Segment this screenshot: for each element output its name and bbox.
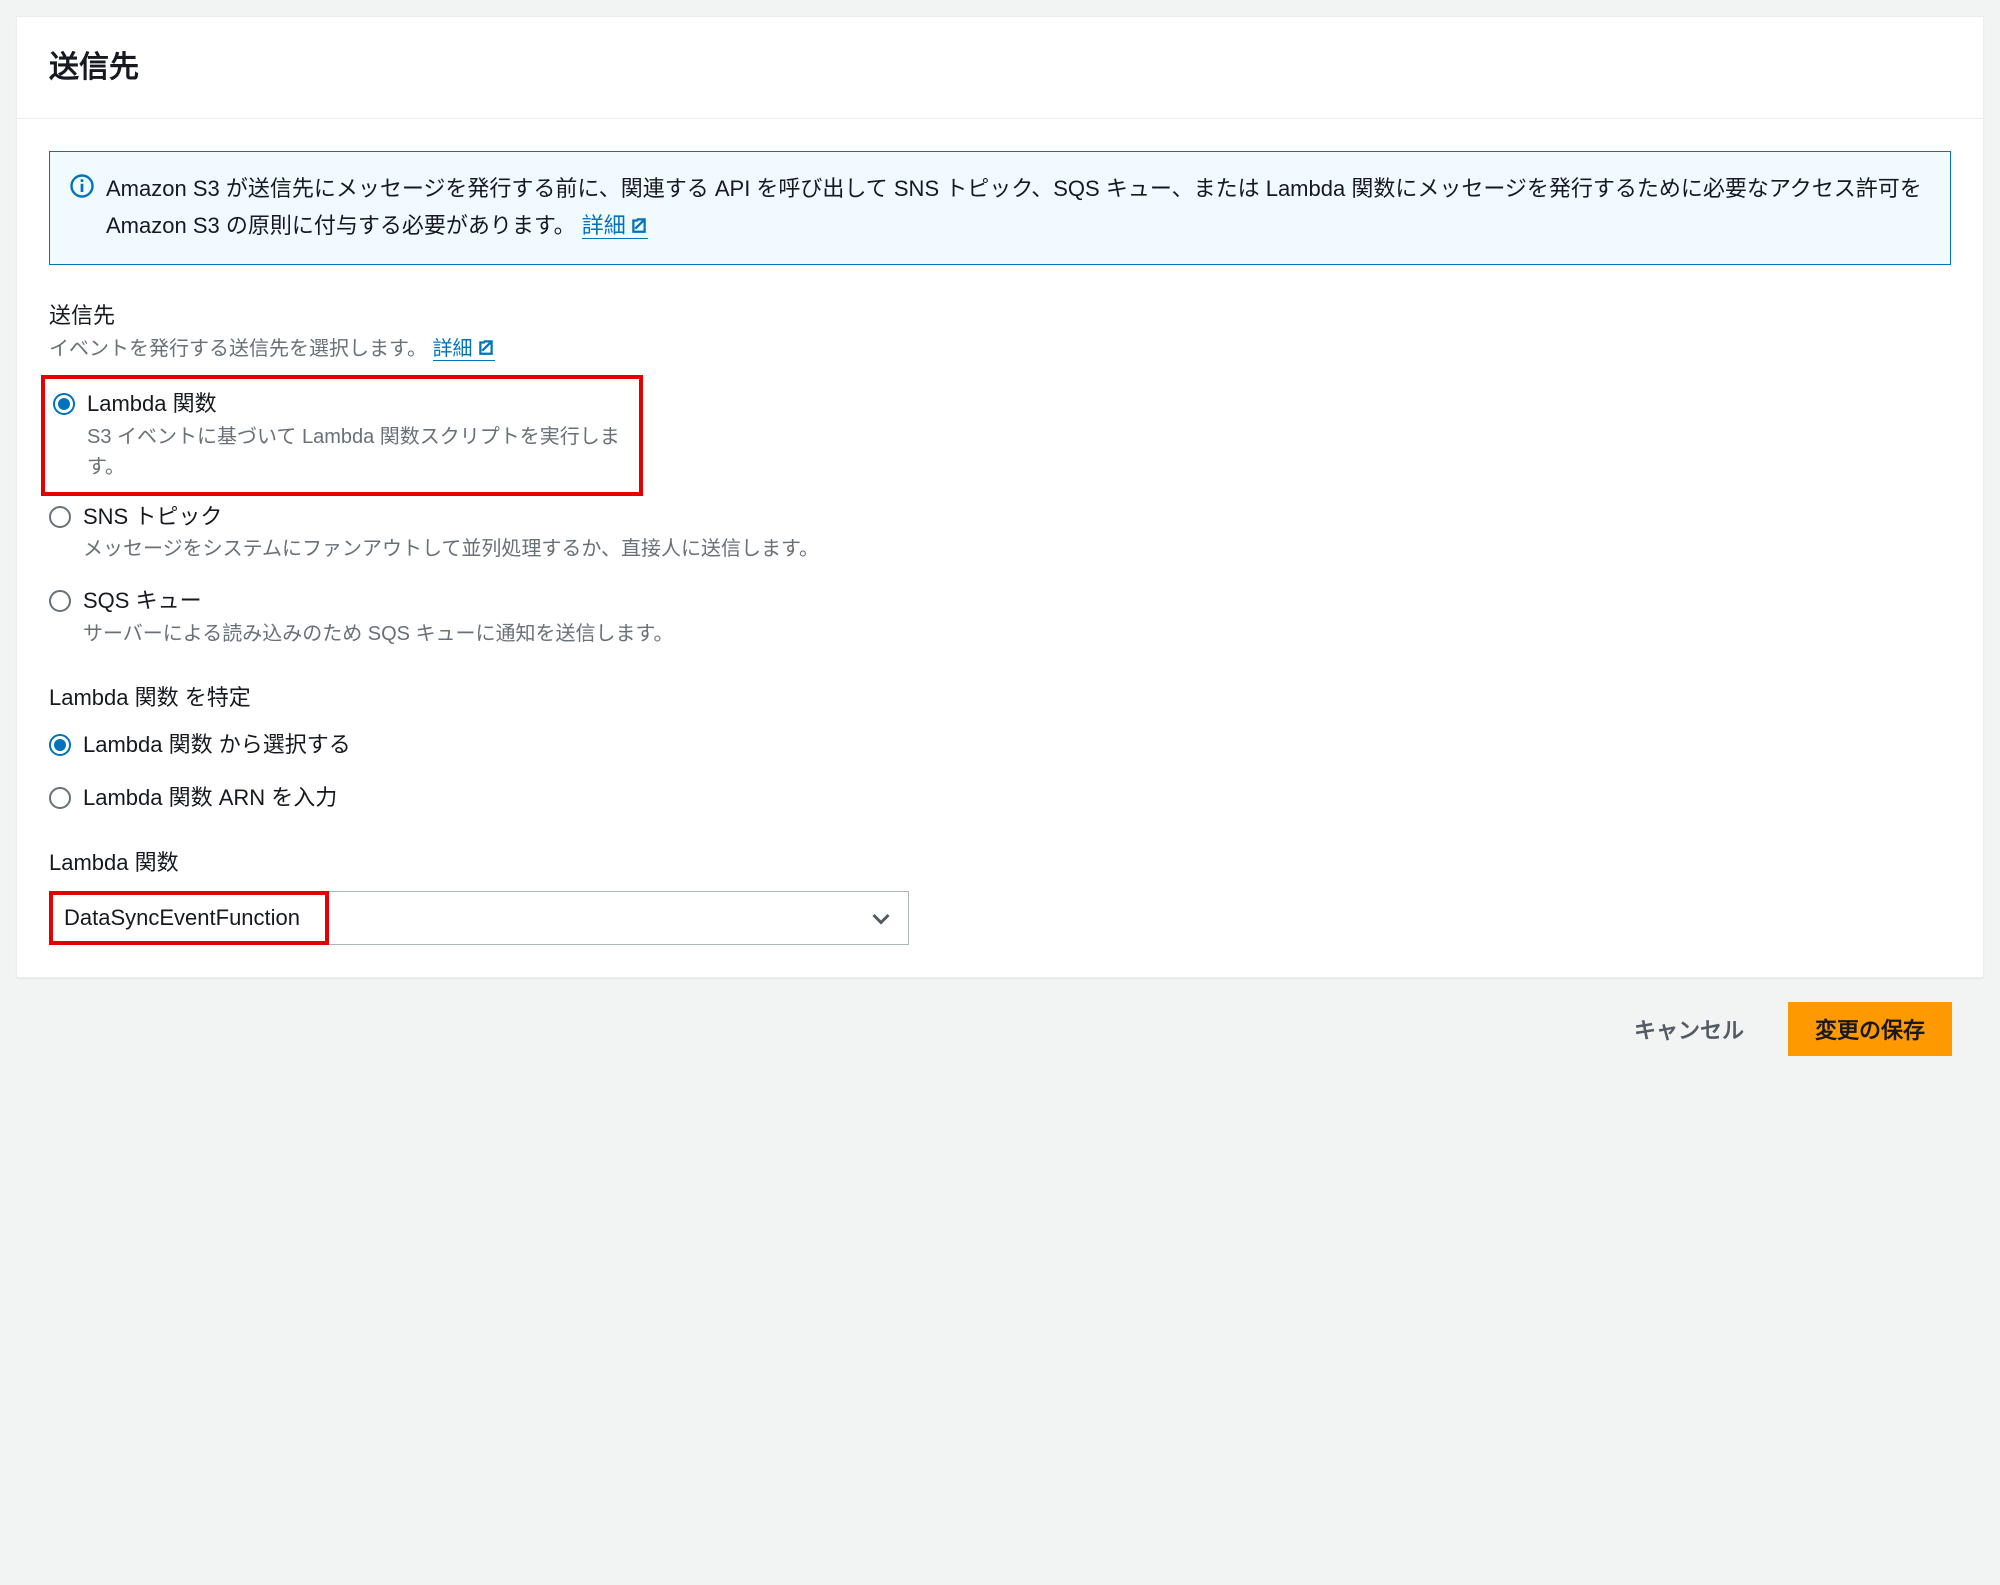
highlight-lambda-option: Lambda 関数 S3 イベントに基づいて Lambda 関数スクリプトを実行…	[41, 375, 643, 496]
lambda-function-selected-value: DataSyncEventFunction	[64, 901, 300, 934]
destination-radio-group: Lambda 関数 S3 イベントに基づいて Lambda 関数スクリプトを実行…	[49, 375, 1951, 651]
save-button[interactable]: 変更の保存	[1788, 1002, 1952, 1056]
radio-label: SNS トピック	[83, 502, 1951, 533]
radio-indicator[interactable]	[49, 506, 71, 528]
radio-indicator[interactable]	[53, 393, 75, 415]
radio-destination-lambda[interactable]: Lambda 関数 S3 イベントに基づいて Lambda 関数スクリプトを実行…	[53, 383, 631, 484]
info-message: Amazon S3 が送信先にメッセージを発行する前に、関連する API を呼び…	[106, 176, 1922, 238]
radio-description: S3 イベントに基づいて Lambda 関数スクリプトを実行します。	[87, 422, 631, 482]
info-learn-more-link[interactable]: 詳細	[582, 213, 648, 239]
radio-label: Lambda 関数	[87, 389, 631, 420]
radio-indicator[interactable]	[49, 734, 71, 756]
page-title: 送信先	[49, 45, 1951, 90]
radio-specify-arn[interactable]: Lambda 関数 ARN を入力	[49, 777, 1951, 816]
footer-actions: キャンセル 変更の保存	[16, 988, 1984, 1066]
info-icon	[70, 174, 94, 198]
radio-destination-sqs[interactable]: SQS キュー サーバーによる読み込みのため SQS キューに通知を送信します。	[49, 580, 1951, 651]
specify-label: Lambda 関数 を特定	[49, 681, 1951, 714]
external-link-icon	[477, 335, 495, 365]
radio-description: サーバーによる読み込みのため SQS キューに通知を送信します。	[83, 619, 1951, 649]
info-text: Amazon S3 が送信先にメッセージを発行する前に、関連する API を呼び…	[106, 170, 1930, 246]
radio-specify-choose[interactable]: Lambda 関数 から選択する	[49, 724, 1951, 763]
radio-indicator[interactable]	[49, 787, 71, 809]
destination-description: イベントを発行する送信先を選択します。 詳細	[49, 334, 1951, 365]
radio-indicator[interactable]	[49, 590, 71, 612]
external-link-icon	[630, 208, 648, 245]
radio-label: Lambda 関数 から選択する	[83, 730, 1951, 761]
radio-label: Lambda 関数 ARN を入力	[83, 783, 1951, 814]
destination-label: 送信先	[49, 299, 1951, 332]
cancel-button[interactable]: キャンセル	[1608, 1003, 1770, 1055]
radio-label: SQS キュー	[83, 586, 1951, 617]
lambda-function-select[interactable]: DataSyncEventFunction	[49, 891, 909, 945]
info-alert: Amazon S3 が送信先にメッセージを発行する前に、関連する API を呼び…	[49, 151, 1951, 265]
panel-header: 送信先	[17, 17, 1983, 119]
lambda-select-label: Lambda 関数	[49, 846, 1951, 879]
radio-description: メッセージをシステムにファンアウトして並列処理するか、直接人に送信します。	[83, 534, 1951, 564]
radio-destination-sns[interactable]: SNS トピック メッセージをシステムにファンアウトして並列処理するか、直接人に…	[49, 496, 1951, 567]
chevron-down-icon	[872, 901, 890, 934]
destination-learn-more-link[interactable]: 詳細	[433, 338, 495, 361]
specify-radio-group: Lambda 関数 から選択する Lambda 関数 ARN を入力	[49, 724, 1951, 816]
